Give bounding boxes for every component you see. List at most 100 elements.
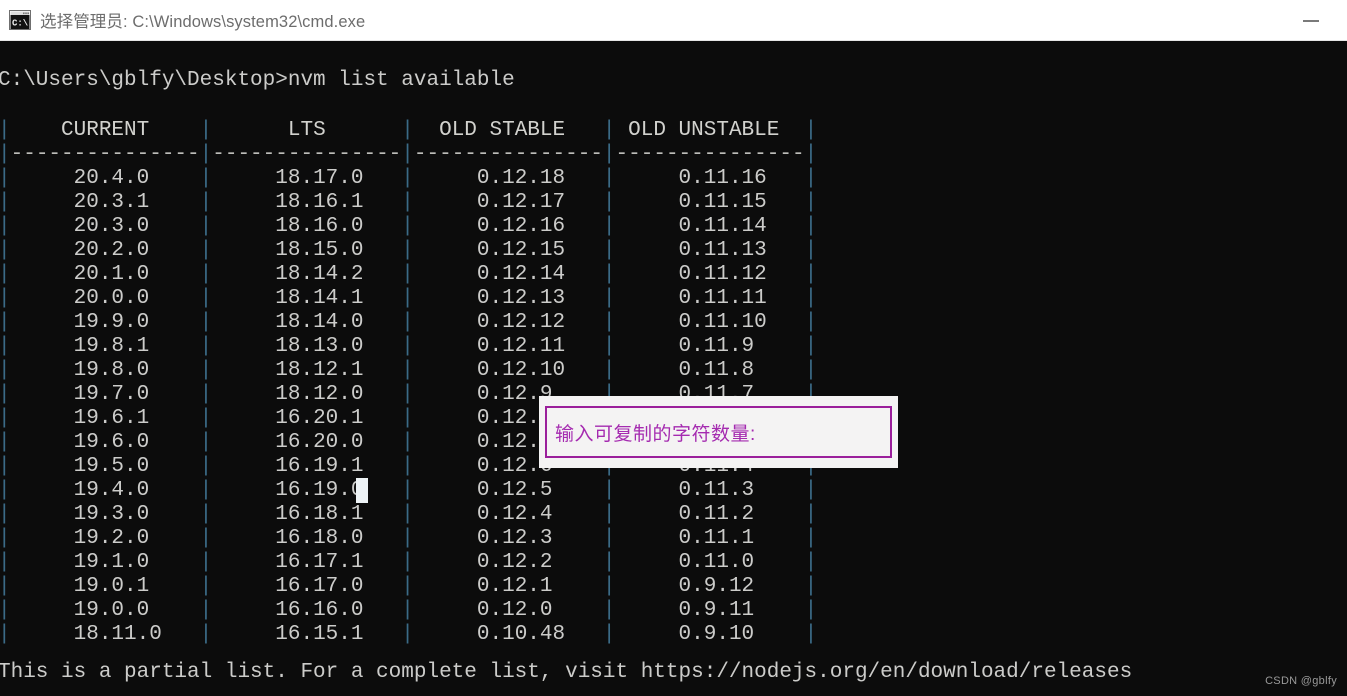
column-separator: | [602, 263, 616, 286]
column-separator: | [0, 287, 11, 310]
column-separator: | [804, 335, 818, 358]
table-row: | 18.11.0 | 16.15.1 | 0.10.48 | 0.9.10 | [0, 623, 817, 647]
column-separator: | [199, 263, 213, 286]
column-separator: | [602, 119, 616, 142]
column-separator: | [401, 575, 414, 598]
table-cell: 18.14.0 [212, 311, 402, 334]
table-row: |---------------|---------------|-------… [0, 143, 817, 167]
table-cell: 0.11.13 [615, 239, 805, 262]
column-separator: | [199, 623, 213, 646]
column-separator: | [0, 167, 11, 190]
table-cell: 0.11.1 [615, 527, 805, 550]
column-separator: | [804, 263, 818, 286]
column-separator: | [0, 143, 11, 166]
table-cell: 18.11.0 [10, 623, 200, 646]
csdn-watermark: CSDN @gblfy [1265, 675, 1337, 687]
column-separator: | [401, 527, 414, 550]
column-separator: | [804, 287, 818, 310]
table-cell: 18.16.0 [212, 215, 402, 238]
table-cell: 19.7.0 [10, 383, 200, 406]
table-row: | 19.8.1 | 18.13.0 | 0.12.11 | 0.11.9 | [0, 335, 817, 359]
table-cell: 18.16.1 [212, 191, 402, 214]
table-cell: 18.15.0 [212, 239, 402, 262]
table-cell: --------------- [212, 143, 402, 166]
table-cell: 19.5.0 [10, 455, 200, 478]
table-cell: --------------- [413, 143, 603, 166]
console-output-area[interactable]: C:\Users\gblfy\Desktop>nvm list availabl… [0, 41, 1347, 696]
column-separator: | [199, 215, 213, 238]
column-separator: | [804, 239, 818, 262]
column-separator: | [602, 215, 616, 238]
table-cell: 19.0.1 [10, 575, 200, 598]
table-cell: 0.11.16 [615, 167, 805, 190]
column-separator: | [602, 143, 616, 166]
copy-count-input[interactable]: 输入可复制的字符数量: [545, 406, 892, 458]
column-separator: | [0, 383, 11, 406]
column-separator: | [0, 311, 11, 334]
column-separator: | [804, 215, 818, 238]
column-separator: | [0, 479, 11, 502]
title-bar-left: C:\ 选择管理员: C:\Windows\system32\cmd.exe [0, 0, 1287, 40]
column-separator: | [401, 287, 414, 310]
table-row: | 20.1.0 | 18.14.2 | 0.12.14 | 0.11.12 | [0, 263, 817, 287]
column-separator: | [199, 527, 213, 550]
column-separator: | [804, 551, 818, 574]
table-cell: 16.20.0 [212, 431, 402, 454]
column-separator: | [804, 191, 818, 214]
column-separator: | [0, 119, 11, 142]
column-separator: | [0, 335, 11, 358]
column-separator: | [804, 143, 818, 166]
column-separator: | [401, 119, 414, 142]
table-cell: 20.3.0 [10, 215, 200, 238]
table-cell: 20.0.0 [10, 287, 200, 310]
table-cell: 20.1.0 [10, 263, 200, 286]
table-cell: 16.19.0 [212, 479, 402, 502]
column-separator: | [199, 311, 213, 334]
table-cell: 0.12.13 [413, 287, 603, 310]
minimize-button[interactable] [1287, 0, 1335, 41]
column-separator: | [401, 503, 414, 526]
table-row: | 19.9.0 | 18.14.0 | 0.12.12 | 0.11.10 | [0, 311, 817, 335]
column-separator: | [602, 191, 616, 214]
column-separator: | [0, 575, 11, 598]
column-separator: | [602, 239, 616, 262]
cmd-window: C:\ 选择管理员: C:\Windows\system32\cmd.exe C… [0, 0, 1347, 696]
table-cell: 0.11.9 [615, 335, 805, 358]
cmd-console-icon: C:\ [9, 10, 31, 30]
table-cell: LTS [212, 119, 402, 142]
table-cell: 0.11.3 [615, 479, 805, 502]
table-cell: 18.13.0 [212, 335, 402, 358]
column-separator: | [199, 239, 213, 262]
table-cell: 0.9.11 [615, 599, 805, 622]
table-cell: 0.12.2 [413, 551, 603, 574]
column-separator: | [401, 599, 414, 622]
table-header-row: | CURRENT | LTS | OLD STABLE | OLD UNSTA… [0, 119, 817, 143]
column-separator: | [401, 431, 414, 454]
column-separator: | [602, 527, 616, 550]
table-cell: 18.17.0 [212, 167, 402, 190]
column-separator: | [0, 431, 11, 454]
column-separator: | [199, 383, 213, 406]
column-separator: | [0, 503, 11, 526]
table-cell: 0.12.18 [413, 167, 603, 190]
table-cell: 19.3.0 [10, 503, 200, 526]
column-separator: | [199, 503, 213, 526]
column-separator: | [199, 455, 213, 478]
column-separator: | [0, 455, 11, 478]
column-separator: | [602, 479, 616, 502]
table-cell: 19.9.0 [10, 311, 200, 334]
column-separator: | [0, 407, 11, 430]
table-cell: 19.2.0 [10, 527, 200, 550]
table-cell: 19.6.1 [10, 407, 200, 430]
text-cursor [356, 478, 368, 503]
column-separator: | [804, 167, 818, 190]
table-row: | 19.8.0 | 18.12.1 | 0.12.10 | 0.11.8 | [0, 359, 817, 383]
column-separator: | [401, 263, 414, 286]
table-cell: 20.2.0 [10, 239, 200, 262]
column-separator: | [401, 143, 414, 166]
column-separator: | [602, 311, 616, 334]
table-cell: 0.12.3 [413, 527, 603, 550]
table-row: | 20.2.0 | 18.15.0 | 0.12.15 | 0.11.13 | [0, 239, 817, 263]
column-separator: | [804, 599, 818, 622]
column-separator: | [804, 575, 818, 598]
